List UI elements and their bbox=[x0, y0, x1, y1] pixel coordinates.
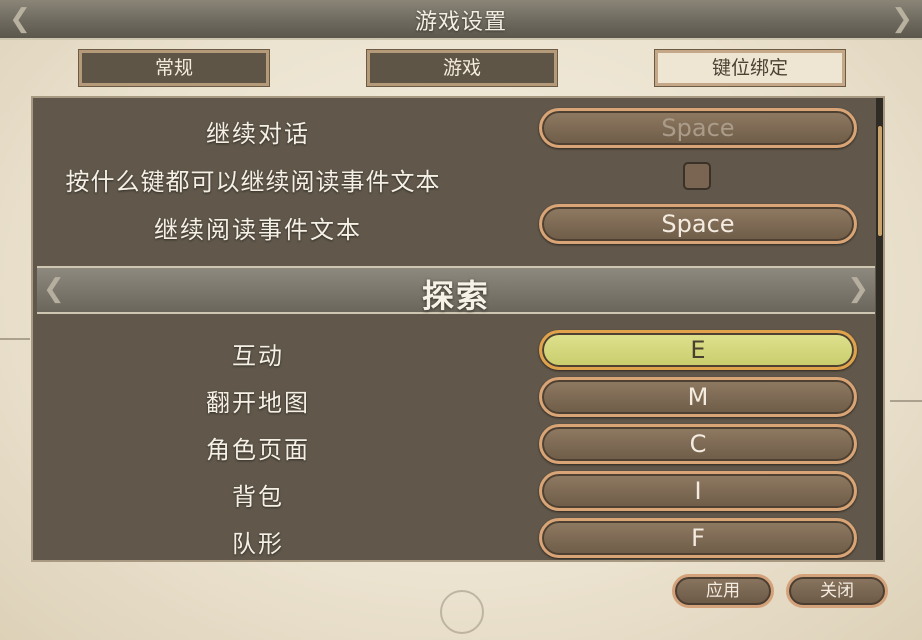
tab-general[interactable]: 常规 bbox=[78, 49, 270, 87]
keybind-label: 继续阅读事件文本 bbox=[154, 216, 362, 244]
keybind-label: 背包 bbox=[232, 483, 284, 511]
keybind-button-inventory[interactable]: I bbox=[539, 471, 857, 511]
ink-decoration bbox=[890, 400, 922, 402]
close-button[interactable]: 关闭 bbox=[786, 574, 888, 608]
keybinding-panel: 继续对话 Space 按什么键都可以继续阅读事件文本 继续阅读事件文本 Spac… bbox=[31, 96, 885, 562]
keybind-button-continue-event-text[interactable]: Space bbox=[539, 204, 857, 244]
section-header-explore: ❮ 探索 ❯ bbox=[37, 266, 875, 315]
keybind-row-formation: 队形 F bbox=[33, 516, 875, 560]
window-title: 游戏设置 bbox=[414, 10, 507, 35]
ink-decoration bbox=[440, 590, 484, 634]
keybind-button-open-map[interactable]: M bbox=[539, 377, 857, 417]
keybind-button-continue-dialogue[interactable]: Space bbox=[539, 108, 857, 148]
keybind-row-character-page: 角色页面 C bbox=[33, 422, 875, 468]
keybind-row-open-map: 翻开地图 M bbox=[33, 375, 875, 421]
section-title: 探索 bbox=[421, 277, 490, 315]
keybind-label: 角色页面 bbox=[206, 436, 310, 464]
keybind-button-character-page[interactable]: C bbox=[539, 424, 857, 464]
keybind-row-continue-event-text: 继续阅读事件文本 Space bbox=[33, 202, 875, 248]
setting-label: 按什么键都可以继续阅读事件文本 bbox=[65, 168, 441, 196]
title-cap-right-icon: ❯ bbox=[891, 4, 913, 34]
scrollbar-thumb[interactable] bbox=[878, 126, 882, 236]
setting-row-any-key-continue: 按什么键都可以继续阅读事件文本 bbox=[33, 154, 875, 200]
title-bar: ❮ 游戏设置 ❯ bbox=[0, 0, 922, 40]
keybind-label: 翻开地图 bbox=[206, 389, 310, 417]
ink-decoration bbox=[0, 338, 30, 340]
tab-game[interactable]: 游戏 bbox=[366, 49, 558, 87]
keybind-label: 互动 bbox=[232, 342, 284, 370]
scrollbar-track[interactable] bbox=[876, 98, 883, 560]
section-cap-right-icon: ❯ bbox=[847, 274, 869, 304]
keybind-row-interact: 互动 E bbox=[33, 328, 875, 374]
keybind-button-interact[interactable]: E bbox=[539, 330, 857, 370]
keybind-row-inventory: 背包 I bbox=[33, 469, 875, 515]
tab-keybinding[interactable]: 键位绑定 bbox=[654, 49, 846, 87]
any-key-continue-checkbox[interactable] bbox=[683, 162, 711, 190]
keybind-label: 继续对话 bbox=[206, 120, 310, 148]
keybind-button-formation[interactable]: F bbox=[539, 518, 857, 558]
keybind-label: 队形 bbox=[232, 530, 284, 558]
keybind-row-continue-dialogue: 继续对话 Space bbox=[33, 106, 875, 152]
apply-button[interactable]: 应用 bbox=[672, 574, 774, 608]
